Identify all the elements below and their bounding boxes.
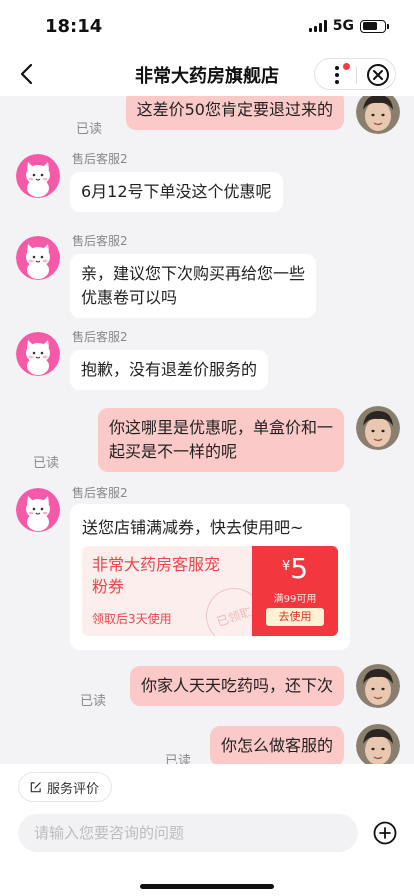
sender-name: 售后客服2 — [72, 330, 128, 344]
home-indicator[interactable] — [140, 884, 274, 889]
agent-avatar[interactable] — [16, 236, 60, 280]
message-row: 已读 你这哪里是优惠呢，单盒价和一 起买是不一样的呢 — [0, 406, 414, 472]
network-type: 5G — [332, 18, 354, 34]
message-bubble[interactable]: 亲，建议您下次购买再给您一些 优惠卷可以吗 — [70, 254, 317, 318]
sender-name: 售后客服2 — [72, 152, 128, 166]
status-time: 18:14 — [45, 16, 103, 37]
message-row: 已读 你怎么做客服的 — [0, 724, 414, 764]
plus-circle-icon[interactable] — [372, 820, 398, 846]
mascot-icon — [16, 154, 60, 198]
user-avatar[interactable] — [356, 664, 400, 708]
mini-program-capsule — [314, 58, 396, 90]
bottom-bar: 服务评价 — [0, 764, 414, 896]
agent-avatar[interactable] — [16, 488, 60, 532]
coupon-validity: 领取后3天使用 — [92, 612, 172, 626]
status-indicators: 5G — [308, 18, 389, 34]
message-row: 售后客服2 6月12号下单没这个优惠呢 — [0, 150, 414, 220]
use-coupon-button[interactable]: 去使用 — [266, 608, 324, 626]
agent-avatar[interactable] — [16, 332, 60, 376]
close-circle-icon[interactable] — [364, 61, 392, 89]
mascot-icon — [16, 332, 60, 376]
user-avatar[interactable] — [356, 406, 400, 450]
sender-name: 售后客服2 — [72, 234, 128, 248]
notification-dot — [343, 63, 350, 70]
message-row: 售后客服2 亲，建议您下次购买再给您一些 优惠卷可以吗 — [0, 232, 414, 318]
currency-symbol: ¥ — [281, 559, 291, 574]
mascot-icon — [16, 488, 60, 532]
battery-icon — [360, 19, 389, 33]
user-avatar[interactable] — [356, 96, 400, 134]
mascot-icon — [16, 236, 60, 280]
chat-list[interactable]: 已读 这差价50您肯定要退过来的 售后客服2 6月12号下单没这个优惠呢 售后客… — [0, 96, 414, 764]
message-row: 已读 你家人天天吃药吗，还下次 — [0, 664, 414, 714]
edit-icon — [30, 781, 41, 792]
coupon-message: 送您店铺满减券，快去使用吧~ 非常大药房客服宠 粉券 领取后3天使用 已领取 ¥… — [70, 504, 350, 650]
message-bubble[interactable]: 抱歉，没有退差价服务的 — [70, 350, 269, 390]
message-line: 起买是不一样的呢 — [108, 442, 237, 461]
read-receipt: 已读 — [76, 122, 103, 137]
message-line: 优惠卷可以吗 — [81, 288, 178, 307]
read-receipt: 已读 — [33, 456, 60, 471]
coupon-message-text: 送您店铺满减券，快去使用吧~ — [82, 518, 304, 537]
agent-avatar[interactable] — [16, 154, 60, 198]
coupon-name-line: 非常大药房客服宠 — [92, 555, 221, 574]
message-input[interactable] — [18, 814, 358, 852]
user-photo-icon — [356, 96, 400, 134]
user-photo-icon — [356, 724, 400, 764]
coupon-amount: ¥5 — [252, 552, 338, 585]
read-receipt: 已读 — [165, 754, 192, 764]
coupon-value-panel: ¥5 满99可用 去使用 — [252, 546, 338, 636]
status-bar: 18:14 5G — [0, 0, 414, 52]
message-bubble[interactable]: 你这哪里是优惠呢，单盒价和一 起买是不一样的呢 — [97, 408, 344, 472]
coupon-condition: 满99可用 — [273, 594, 317, 605]
capsule-divider — [356, 66, 357, 84]
user-photo-icon — [356, 406, 400, 450]
coupon-card[interactable]: 非常大药房客服宠 粉券 领取后3天使用 已领取 ¥5 满99可用 去使用 — [82, 546, 338, 636]
message-bubble[interactable]: 你怎么做客服的 — [209, 726, 344, 764]
message-row: 售后客服2 抱歉，没有退差价服务的 — [0, 328, 414, 398]
message-row: 售后客服2 送您店铺满减券，快去使用吧~ 非常大药房客服宠 粉券 领取后3天使用… — [0, 484, 414, 650]
message-line: 亲，建议您下次购买再给您一些 — [81, 264, 306, 283]
sender-name: 售后客服2 — [72, 486, 128, 500]
message-row: 已读 这差价50您肯定要退过来的 — [0, 96, 414, 137]
service-rating-label: 服务评价 — [47, 781, 100, 797]
message-bubble[interactable]: 这差价50您肯定要退过来的 — [125, 96, 344, 130]
read-receipt: 已读 — [80, 694, 107, 709]
signal-icon — [308, 20, 327, 32]
message-line: 你这哪里是优惠呢，单盒价和一 — [108, 418, 333, 437]
message-bubble[interactable]: 你家人天天吃药吗，还下次 — [129, 666, 344, 706]
message-bubble[interactable]: 6月12号下单没这个优惠呢 — [70, 172, 283, 212]
user-avatar[interactable] — [356, 724, 400, 764]
user-photo-icon — [356, 664, 400, 708]
coupon-value: 5 — [290, 552, 309, 585]
nav-bar: 非常大药房旗舰店 — [0, 52, 414, 96]
service-rating-button[interactable]: 服务评价 — [18, 772, 113, 802]
